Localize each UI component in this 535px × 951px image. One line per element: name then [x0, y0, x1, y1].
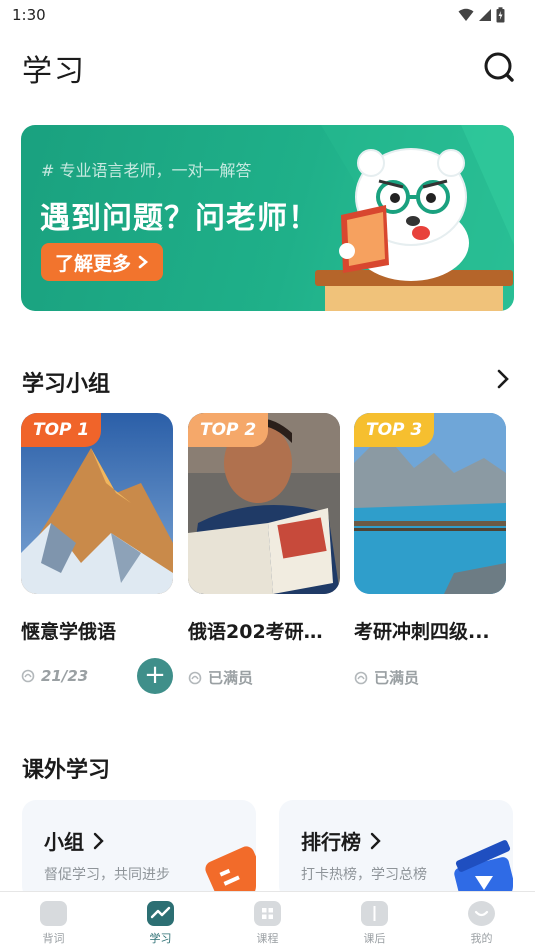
profile-icon — [468, 901, 495, 926]
group-name: 俄语202考研冲... — [188, 621, 340, 643]
learn-more-label: 了解更多 — [55, 252, 132, 275]
signal-icon — [479, 9, 491, 21]
study-groups-more-button[interactable] — [492, 368, 514, 390]
battery-icon — [496, 7, 505, 23]
learn-more-button[interactable]: 了解更多 — [41, 243, 164, 281]
member-count-text: 21/23 — [41, 667, 89, 685]
leaderboard-card-label: 排行榜 — [301, 830, 361, 854]
groups-card-label: 小组 — [44, 830, 84, 854]
banner-tag: # 专业语言老师，一对一解答 — [41, 161, 252, 180]
groups-card-title: 小组 — [44, 826, 106, 855]
tab-courses[interactable]: 课程 — [214, 892, 321, 951]
status-time: 1:30 — [12, 6, 46, 24]
members-icon — [354, 671, 368, 684]
tab-profile[interactable]: 我的 — [428, 892, 535, 951]
search-button[interactable] — [482, 50, 516, 84]
group-name: 考研冲刺四级... — [354, 621, 490, 643]
groups-card[interactable]: 小组 督促学习，共同进步 — [22, 800, 256, 900]
chevron-right-icon — [93, 832, 104, 849]
top-rank-badge: TOP 1 — [21, 413, 102, 447]
banner-headline: 遇到问题？问老师！ — [40, 201, 319, 236]
group-name: 惬意学俄语 — [21, 621, 117, 643]
chart-icon — [147, 901, 174, 926]
wifi-icon — [458, 8, 474, 21]
app-header: 学习 — [0, 40, 535, 92]
tab-after-class[interactable]: 课后 — [321, 892, 428, 951]
leaderboard-card-desc: 打卡热榜，学习总榜 — [301, 867, 427, 883]
groups-card-desc: 督促学习，共同进步 — [44, 867, 170, 883]
group-cover-image[interactable]: TOP 2 — [188, 413, 340, 594]
promo-banner[interactable]: # 专业语言老师，一对一解答 遇到问题？问老师！ 了解更多 — [21, 125, 514, 311]
leaderboard-card[interactable]: 排行榜 打卡热榜，学习总榜 — [279, 800, 513, 900]
tab-label: 我的 — [470, 932, 493, 945]
leaderboard-card-title: 排行榜 — [301, 826, 383, 855]
tab-study[interactable]: 学习 — [107, 892, 214, 951]
group-member-count: 21/23 — [21, 667, 88, 685]
members-icon — [21, 669, 35, 683]
bottom-tab-bar: 背词 学习 课程 课后 我的 — [0, 891, 535, 951]
grid-icon — [254, 901, 281, 926]
status-bar: 1:30 — [0, 0, 535, 30]
tab-label: 背词 — [42, 932, 65, 945]
top-rank-badge: TOP 3 — [354, 413, 435, 447]
book-icon — [361, 901, 388, 926]
group-full-text: 已满员 — [374, 669, 420, 687]
members-icon — [188, 671, 202, 684]
tab-label: 课程 — [256, 932, 279, 945]
search-icon — [484, 52, 514, 82]
join-group-button[interactable]: + — [137, 658, 173, 694]
group-status: 已满员 — [188, 667, 253, 688]
flashcard-icon — [40, 901, 67, 926]
group-status: 已满员 — [354, 667, 419, 688]
chevron-right-icon — [497, 369, 509, 389]
tab-label: 学习 — [149, 932, 172, 945]
study-groups-title: 学习小组 — [22, 372, 111, 397]
tab-label: 课后 — [363, 932, 386, 945]
chevron-right-icon — [138, 255, 149, 269]
group-cover-image[interactable]: TOP 3 — [354, 413, 506, 594]
tab-vocabulary[interactable]: 背词 — [0, 892, 107, 951]
teacher-mascot-illustration — [315, 148, 513, 311]
group-full-text: 已满员 — [208, 669, 254, 687]
chevron-right-icon — [370, 832, 381, 849]
extracurricular-title: 课外学习 — [22, 758, 111, 783]
group-cover-image[interactable]: TOP 1 — [21, 413, 173, 594]
status-icons — [458, 7, 505, 23]
top-rank-badge: TOP 2 — [188, 413, 269, 447]
page-title: 学习 — [22, 54, 86, 89]
